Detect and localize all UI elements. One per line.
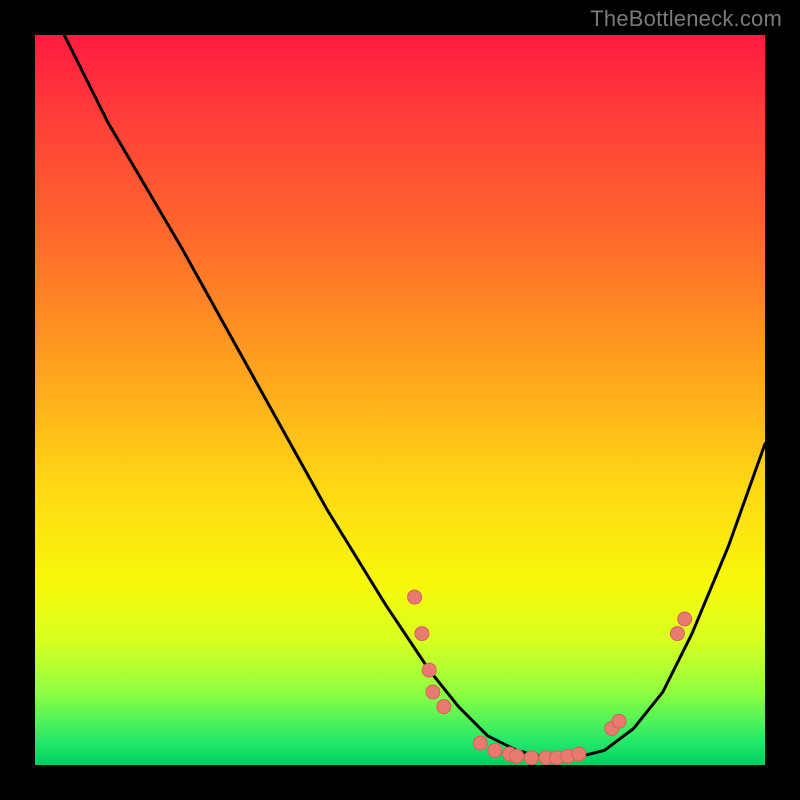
data-marker <box>408 590 422 604</box>
chart-frame: TheBottleneck.com <box>0 0 800 800</box>
watermark-text: TheBottleneck.com <box>590 6 782 32</box>
data-marker <box>612 714 626 728</box>
data-marker <box>422 663 436 677</box>
data-marker <box>473 736 487 750</box>
data-marker <box>510 749 524 763</box>
data-marker <box>524 751 538 765</box>
data-marker <box>572 747 586 761</box>
plot-area <box>35 35 765 765</box>
data-marker <box>670 627 684 641</box>
data-marker <box>426 685 440 699</box>
data-marker <box>415 627 429 641</box>
bottleneck-curve <box>64 35 765 758</box>
data-marker <box>488 743 502 757</box>
data-marker <box>437 700 451 714</box>
chart-svg <box>35 35 765 765</box>
data-marker <box>678 612 692 626</box>
